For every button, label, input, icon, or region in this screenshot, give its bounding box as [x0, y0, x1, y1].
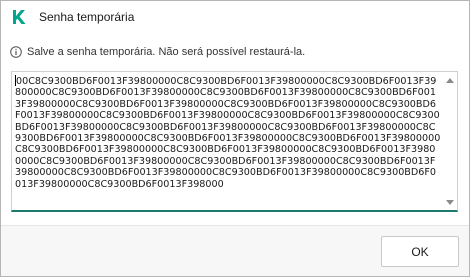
info-circle-icon	[10, 46, 22, 58]
scroll-down-arrow-icon[interactable]	[446, 200, 454, 205]
scroll-up-arrow-icon[interactable]	[446, 78, 454, 83]
kaspersky-k-logo-icon	[11, 9, 27, 25]
title-bar: Senha temporária	[1, 1, 469, 34]
ok-button[interactable]: OK	[381, 236, 459, 267]
temporary-password-field[interactable]: 00C8C9300BD6F0013F39800000C8C9300BD6F001…	[11, 71, 458, 212]
dialog-footer: OK	[1, 226, 469, 276]
temporary-password-dialog: Senha temporária Salve a senha temporári…	[0, 0, 470, 277]
dialog-title: Senha temporária	[39, 10, 135, 24]
password-text[interactable]: 00C8C9300BD6F0013F39800000C8C9300BD6F001…	[15, 75, 441, 205]
password-value: 00C8C9300BD6F0013F39800000C8C9300BD6F001…	[15, 76, 441, 190]
info-message: Salve a senha temporária. Não será possí…	[27, 46, 306, 58]
vertical-scrollbar[interactable]	[445, 76, 455, 207]
